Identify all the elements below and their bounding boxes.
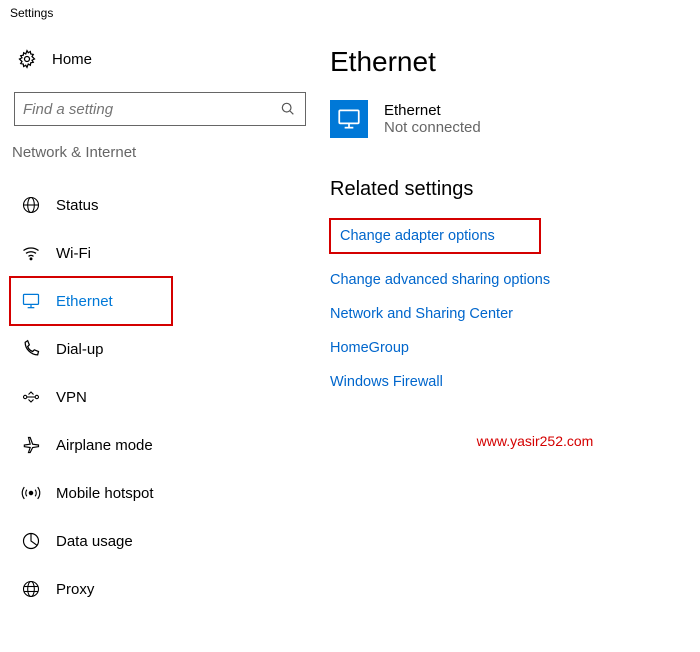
- sidebar-item-airplane[interactable]: Airplane mode: [10, 421, 310, 469]
- link-change-adapter-options[interactable]: Change adapter options: [330, 219, 540, 253]
- search-icon: [279, 100, 297, 118]
- search-field[interactable]: [23, 101, 279, 118]
- sidebar-item-hotspot[interactable]: Mobile hotspot: [10, 469, 310, 517]
- gear-icon: [16, 48, 38, 70]
- main-panel: Ethernet Ethernet Not connected Related …: [320, 26, 690, 613]
- related-heading: Related settings: [330, 178, 690, 219]
- window-title: Settings: [0, 0, 700, 26]
- search-input[interactable]: [14, 92, 306, 126]
- watermark: www.yasir252.com: [380, 399, 690, 449]
- link-homegroup[interactable]: HomeGroup: [330, 331, 690, 365]
- vpn-icon: [20, 386, 42, 408]
- sidebar-item-datausage[interactable]: Data usage: [10, 517, 310, 565]
- phone-icon: [20, 338, 42, 360]
- adapter-status: Not connected: [384, 119, 481, 136]
- sidebar-item-label: Proxy: [56, 581, 94, 598]
- globe-icon: [20, 578, 42, 600]
- sidebar-item-label: Ethernet: [56, 293, 113, 310]
- wifi-icon: [20, 242, 42, 264]
- page-title: Ethernet: [330, 26, 690, 100]
- link-network-sharing-center[interactable]: Network and Sharing Center: [330, 297, 690, 331]
- sidebar-item-label: Mobile hotspot: [56, 485, 154, 502]
- sidebar-item-proxy[interactable]: Proxy: [10, 565, 310, 613]
- ethernet-monitor-icon: [20, 290, 42, 312]
- link-change-advanced-sharing[interactable]: Change advanced sharing options: [330, 263, 690, 297]
- sidebar-item-label: VPN: [56, 389, 87, 406]
- globe-grid-icon: [20, 194, 42, 216]
- sidebar-item-dialup[interactable]: Dial-up: [10, 325, 310, 373]
- home-button[interactable]: Home: [10, 26, 310, 92]
- sidebar: Home Network & Internet Status: [10, 26, 320, 613]
- pie-chart-icon: [20, 530, 42, 552]
- sidebar-item-label: Status: [56, 197, 99, 214]
- link-windows-firewall[interactable]: Windows Firewall: [330, 365, 690, 399]
- sidebar-item-label: Dial-up: [56, 341, 104, 358]
- sidebar-item-vpn[interactable]: VPN: [10, 373, 310, 421]
- airplane-icon: [20, 434, 42, 456]
- sidebar-item-ethernet[interactable]: Ethernet: [10, 277, 172, 325]
- sidebar-item-label: Airplane mode: [56, 437, 153, 454]
- ethernet-tile-icon: [330, 100, 368, 138]
- adapter-title: Ethernet: [384, 102, 481, 119]
- ethernet-adapter-card[interactable]: Ethernet Not connected: [330, 100, 690, 178]
- category-label: Network & Internet: [10, 144, 310, 181]
- sidebar-item-status[interactable]: Status: [10, 181, 310, 229]
- home-label: Home: [52, 51, 92, 68]
- sidebar-item-wifi[interactable]: Wi-Fi: [10, 229, 310, 277]
- sidebar-item-label: Data usage: [56, 533, 133, 550]
- sidebar-item-label: Wi-Fi: [56, 245, 91, 262]
- hotspot-icon: [20, 482, 42, 504]
